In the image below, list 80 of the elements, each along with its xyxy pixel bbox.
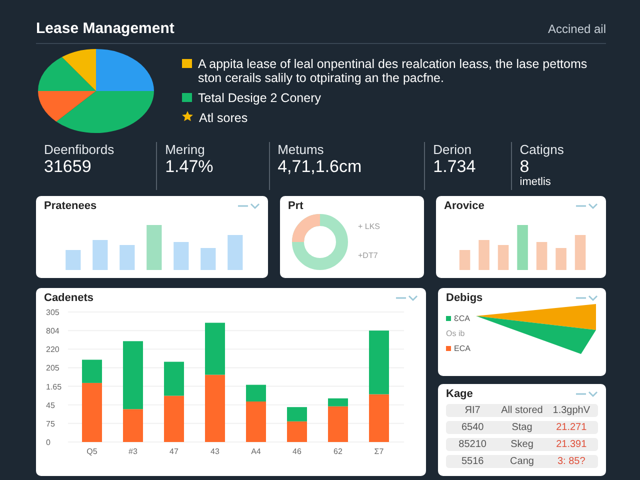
stat-label: Derion	[433, 142, 472, 157]
legend-label: ƐCA	[454, 314, 470, 322]
axis-category-label: 47	[170, 447, 178, 456]
chart-label: + LKS	[358, 222, 380, 231]
stat-label: Catigns	[520, 142, 565, 157]
chart-bar	[200, 248, 216, 270]
chart-bar	[66, 250, 81, 270]
header-link[interactable]: Accined ail	[548, 22, 606, 36]
table-cell-text: 6540	[460, 422, 485, 433]
stat-unit: imetlis	[520, 177, 552, 187]
collapse-icon[interactable]	[576, 390, 598, 398]
bar-segment	[205, 322, 225, 375]
stat-label: Deenfibords	[44, 142, 116, 157]
chart-bar	[146, 225, 162, 270]
card-title: Arovice	[444, 200, 484, 212]
axis-tick-label: 205	[46, 364, 60, 373]
axis-category-label: A4	[251, 447, 261, 456]
collapse-icon[interactable]	[238, 202, 260, 210]
bar-segment	[369, 394, 389, 442]
axis-category-label: 43	[210, 447, 220, 456]
legend-label: ECA	[454, 344, 470, 352]
stat-value: 1.734	[433, 157, 477, 177]
axis-tick-label: 75	[46, 419, 55, 428]
chart-bar	[120, 245, 135, 270]
axis-tick-label: 305	[46, 308, 60, 317]
axis-tick-label: 45	[46, 400, 55, 410]
table-cell-text: 85210	[458, 439, 488, 450]
stat-label: Metums	[278, 142, 325, 157]
chart-bar	[498, 245, 509, 270]
axis-category-label: 46	[292, 447, 302, 456]
collapse-icon[interactable]	[576, 294, 598, 302]
axis-label: Os ib	[446, 328, 466, 338]
legend-text: Tetal Desige 2 Conery	[198, 91, 321, 105]
table-cell-text: 1.3gphV	[552, 405, 592, 416]
table-cell-text: All stored	[500, 405, 544, 416]
chart-bar	[536, 242, 548, 270]
axis-category-label: Ʃ7	[374, 447, 384, 456]
stat-value: 8	[520, 157, 530, 177]
table-cell-text: 3: 85?	[556, 456, 586, 467]
table-cell-text: Cang	[509, 456, 535, 467]
table-cell-text: ЯI7	[464, 405, 482, 416]
table-cell-text: 21.391	[555, 439, 588, 450]
axis-category-label: Q5	[86, 447, 98, 456]
chart-bar	[92, 240, 108, 270]
legend-text: Atl sores	[199, 111, 248, 125]
collapse-icon[interactable]	[576, 202, 598, 210]
page-title: Lease Management	[36, 20, 174, 37]
bar-segment	[369, 330, 389, 394]
stat-value: 4,71,1.6cm	[278, 157, 363, 177]
chart-bar	[228, 235, 243, 270]
chart-bar	[574, 235, 586, 270]
table-cell-text: Skeg	[510, 439, 534, 450]
chart-bar	[556, 248, 566, 270]
card-title: Cadenets	[44, 292, 94, 304]
axis-tick-label: 804	[46, 326, 60, 336]
stat-label: Mering	[165, 142, 206, 157]
card-title: Prt	[288, 200, 304, 212]
table-cell-text: 5516	[460, 456, 485, 467]
card-title: Debigs	[446, 292, 483, 304]
chart-bar	[517, 225, 528, 270]
table-cell-text: 21.271	[555, 422, 588, 433]
chart-bar	[174, 242, 189, 270]
bar-segment	[164, 396, 184, 442]
axis-category-label: 62	[334, 447, 342, 456]
collapse-icon[interactable]	[396, 294, 418, 302]
card-title: Pratenees	[44, 200, 97, 212]
axis-tick-label: 1.65	[46, 382, 62, 392]
axis-tick-label: 220	[46, 345, 60, 354]
bar-segment	[205, 374, 225, 442]
table-cell-text: Stag	[510, 422, 534, 433]
chart-label: +DT7	[358, 251, 379, 260]
bar-segment	[164, 362, 184, 396]
stat-value: 1.47%	[165, 157, 214, 177]
axis-tick-label: 0	[46, 438, 50, 447]
stat-value: 31659	[44, 157, 92, 177]
axis-category-label: #3	[128, 447, 138, 456]
legend-text: A appita lease of leal onpentinal des realcation leass, the lase pettoms ston cerails salily to otpirating an the pacfne.	[198, 57, 588, 85]
chart-bar	[459, 250, 470, 270]
chart-bar	[478, 240, 490, 270]
card-title: Kage	[446, 388, 473, 400]
